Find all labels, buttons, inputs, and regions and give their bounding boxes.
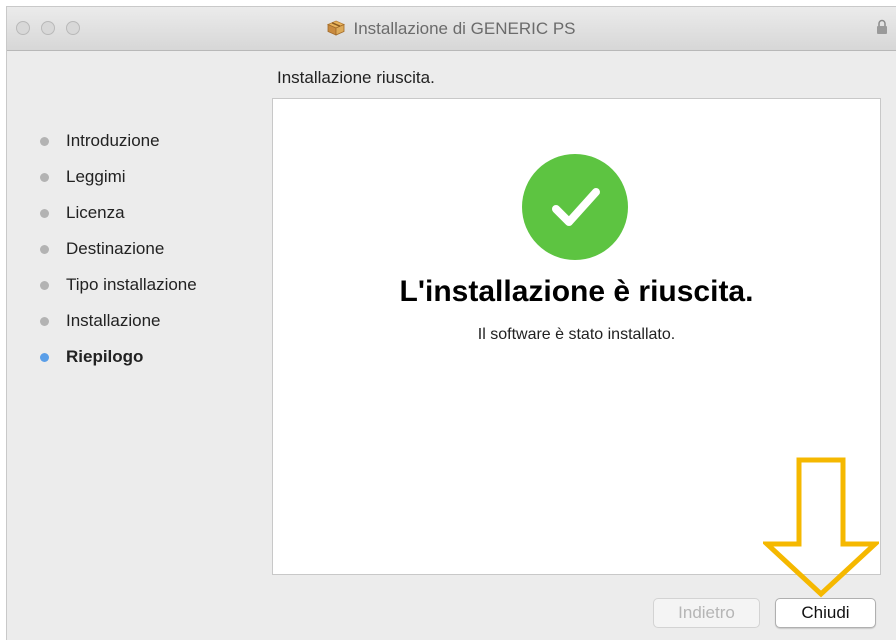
step-tipo-installazione: Tipo installazione — [33, 273, 197, 309]
step-dot — [40, 173, 49, 182]
step-dot — [40, 209, 49, 218]
step-label: Tipo installazione — [66, 275, 197, 294]
title-bar[interactable]: Installazione di GENERIC PS — [7, 7, 896, 51]
step-destinazione: Destinazione — [33, 237, 197, 273]
step-dot — [40, 281, 49, 290]
step-licenza: Licenza — [33, 201, 197, 237]
step-label: Introduzione — [66, 131, 160, 150]
installer-window: Installazione di GENERIC PS Introduzione… — [6, 6, 896, 640]
annotation-arrow-icon — [760, 457, 882, 604]
step-riepilogo: Riepilogo — [33, 345, 197, 381]
step-introduzione: Introduzione — [33, 129, 197, 165]
step-dot-active — [40, 353, 49, 362]
step-label: Leggimi — [66, 167, 126, 186]
step-leggimi: Leggimi — [33, 165, 197, 201]
lock-icon — [876, 19, 888, 40]
package-icon — [327, 20, 346, 41]
steps-sidebar: Introduzione Leggimi Licenza Destinazion… — [33, 129, 197, 381]
step-label: Riepilogo — [66, 347, 144, 366]
page-heading: Installazione riuscita. — [277, 68, 435, 87]
step-label: Licenza — [66, 203, 125, 222]
window-title-area: Installazione di GENERIC PS — [7, 19, 896, 41]
step-dot — [40, 317, 49, 326]
step-installazione: Installazione — [33, 309, 197, 345]
back-button[interactable]: Indietro — [653, 598, 760, 628]
step-dot — [40, 137, 49, 146]
step-dot — [40, 245, 49, 254]
window-title: Installazione di GENERIC PS — [353, 19, 576, 38]
step-label: Installazione — [66, 311, 161, 330]
step-label: Destinazione — [66, 239, 165, 258]
success-subtitle: Il software è stato installato. — [477, 326, 676, 343]
success-checkmark-icon — [522, 154, 628, 260]
success-title: L'installazione è riuscita. — [399, 275, 754, 308]
